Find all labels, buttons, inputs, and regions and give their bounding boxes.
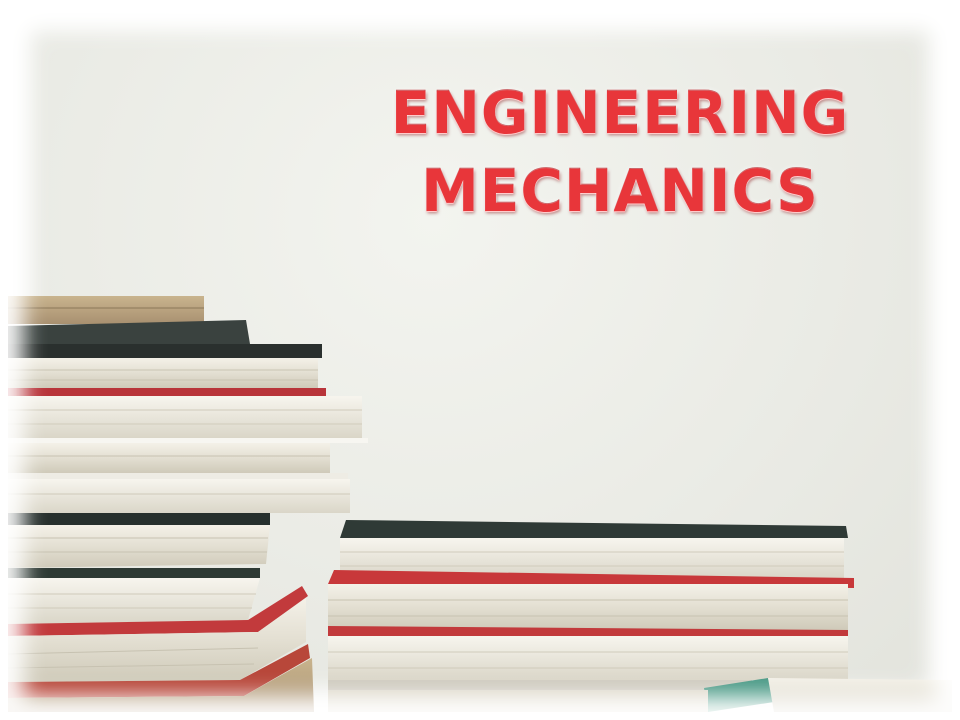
title-line-2: MECHANICS	[421, 157, 819, 225]
slide: ENGINEERING MECHANICS	[0, 0, 960, 720]
left-book-stack	[8, 296, 368, 712]
right-book-stack	[328, 520, 952, 712]
title-line-1: ENGINEERING	[390, 79, 850, 147]
slide-title: ENGINEERING MECHANICS	[330, 74, 910, 230]
